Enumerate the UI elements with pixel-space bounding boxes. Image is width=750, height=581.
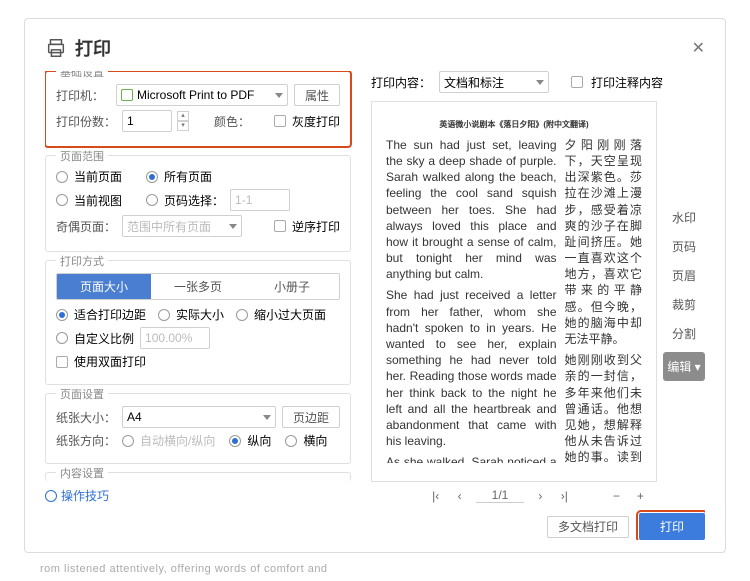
next-page-icon[interactable]: › (532, 489, 548, 503)
tab-page-size[interactable]: 页面大小 (57, 274, 151, 299)
reverse-label: 逆序打印 (292, 218, 340, 235)
dialog-header: 打印 ✕ (45, 35, 705, 61)
content-settings-group: 内容设置 (45, 472, 351, 481)
page-select-label: 页码选择： (164, 192, 224, 209)
dialog-footer: 多文档打印 打印 (371, 513, 705, 540)
print-content-label: 打印内容： (371, 74, 431, 91)
shrink-label: 缩小过大页面 (254, 306, 326, 323)
printer-props-button[interactable]: 属性 (294, 84, 340, 106)
copies-spinner[interactable]: ▴▾ (177, 111, 189, 131)
zoom-in-icon[interactable]: + (632, 489, 648, 503)
color-label: 颜色： (214, 113, 268, 130)
actual-label: 实际大小 (176, 306, 224, 323)
portrait-label: 纵向 (247, 432, 271, 449)
basic-settings-group: 基础设置 打印机： Microsoft Print to PDF 属性 打印份数… (45, 71, 351, 147)
mode-tabs: 页面大小 一张多页 小册子 (56, 273, 340, 300)
duplex-checkbox[interactable] (56, 356, 68, 368)
content-legend: 内容设置 (56, 465, 108, 481)
preview-doc-title: 英语微小说剧本《落日夕阳》(附中文翻译) (386, 120, 642, 131)
reverse-checkbox[interactable] (274, 220, 286, 232)
sidebar-split[interactable]: 分割 (663, 319, 705, 348)
last-page-icon[interactable]: ›| (556, 489, 572, 503)
all-pages-radio[interactable] (146, 171, 158, 183)
page-setup-group: 页面设置 纸张大小： A4 页边距 纸张方向： 自动横向/纵向 纵向 横向 (45, 393, 351, 464)
mode-legend: 打印方式 (56, 253, 108, 269)
sidebar-header[interactable]: 页眉 (663, 261, 705, 290)
preview-col-cn: 夕阳刚刚落下，天空呈现出深紫色。莎拉在沙滩上漫步，感受着凉爽的沙子在脚趾间挤压。… (565, 137, 643, 463)
basic-legend: 基础设置 (56, 71, 108, 80)
paper-size-select[interactable]: A4 (122, 406, 276, 428)
settings-panel: 基础设置 打印机： Microsoft Print to PDF 属性 打印份数… (45, 71, 355, 540)
printer-small-icon (121, 89, 133, 101)
pager: |‹ ‹ 1/1 › ›| − + (371, 488, 705, 503)
range-legend: 页面范围 (56, 148, 108, 164)
landscape-radio[interactable] (285, 435, 297, 447)
dialog-title: 打印 (75, 35, 111, 61)
sidebar-edit-button[interactable]: 编辑 ▾ (663, 352, 705, 381)
margin-button[interactable]: 页边距 (282, 406, 340, 428)
fit-label: 适合打印边距 (74, 306, 146, 323)
page-select-radio[interactable] (146, 194, 158, 206)
current-view-radio[interactable] (56, 194, 68, 206)
print-content-select[interactable]: 文档和标注 (439, 71, 549, 93)
first-page-icon[interactable]: |‹ (428, 489, 444, 503)
sidebar-crop[interactable]: 裁剪 (663, 290, 705, 319)
prev-page-icon[interactable]: ‹ (452, 489, 468, 503)
page-legend: 页面设置 (56, 386, 108, 402)
multi-doc-print-button[interactable]: 多文档打印 (547, 516, 629, 538)
print-dialog: 打印 ✕ 基础设置 打印机： Microsoft Print to PDF 属性… (24, 18, 726, 553)
page-indicator: 1/1 (476, 488, 525, 503)
current-page-label: 当前页面 (74, 168, 122, 185)
custom-label: 自定义比例 (74, 330, 134, 347)
oddeven-label: 奇偶页面： (56, 218, 116, 235)
sidebar-watermark[interactable]: 水印 (663, 203, 705, 232)
sidebar-pagenum[interactable]: 页码 (663, 232, 705, 261)
custom-scale-input[interactable]: 100.00% (140, 327, 210, 349)
printer-label: 打印机： (56, 87, 110, 104)
close-icon[interactable]: ✕ (692, 38, 705, 58)
preview-col-en: The sun had just set, leaving the sky a … (386, 137, 557, 463)
custom-radio[interactable] (56, 332, 68, 344)
duplex-label: 使用双面打印 (74, 353, 146, 370)
paper-size-label: 纸张大小： (56, 409, 116, 426)
shrink-radio[interactable] (236, 309, 248, 321)
print-annot-label: 打印注释内容 (591, 74, 663, 91)
print-icon (45, 37, 67, 59)
tab-booklet[interactable]: 小册子 (245, 274, 339, 299)
auto-orient-label: 自动横向/纵向 (140, 432, 215, 449)
copies-label: 打印份数： (56, 113, 116, 130)
printer-value: Microsoft Print to PDF (137, 88, 254, 102)
actual-radio[interactable] (158, 309, 170, 321)
help-link[interactable]: 操作技巧 (45, 487, 109, 504)
background-text: rom listened attentively, offering words… (40, 563, 710, 575)
print-button[interactable]: 打印 (639, 513, 705, 540)
page-range-group: 页面范围 当前页面 所有页面 当前视图 页码选择： 1-1 奇偶页面： 范围中所… (45, 155, 351, 252)
grayscale-label: 灰度打印 (292, 113, 340, 130)
current-view-label: 当前视图 (74, 192, 122, 209)
landscape-label: 横向 (303, 432, 327, 449)
fit-radio[interactable] (56, 309, 68, 321)
preview-header: 打印内容： 文档和标注 打印注释内容 (371, 71, 705, 93)
zoom-out-icon[interactable]: − (608, 489, 624, 503)
preview-page: 英语微小说剧本《落日夕阳》(附中文翻译) The sun had just se… (371, 101, 657, 482)
orient-label: 纸张方向： (56, 432, 116, 449)
preview-sidebar: 水印 页码 页眉 裁剪 分割 编辑 ▾ (663, 203, 705, 381)
all-pages-label: 所有页面 (164, 168, 212, 185)
grayscale-checkbox[interactable] (274, 115, 286, 127)
portrait-radio[interactable] (229, 435, 241, 447)
page-select-input[interactable]: 1-1 (230, 189, 290, 211)
print-annot-checkbox[interactable] (571, 76, 583, 88)
printer-select[interactable]: Microsoft Print to PDF (116, 84, 288, 106)
copies-input[interactable]: 1 (122, 110, 172, 132)
oddeven-select[interactable]: 范围中所有页面 (122, 215, 242, 237)
tab-multi-page[interactable]: 一张多页 (151, 274, 245, 299)
print-mode-group: 打印方式 页面大小 一张多页 小册子 适合打印边距 实际大小 缩小过大页面 自定… (45, 260, 351, 385)
current-page-radio[interactable] (56, 171, 68, 183)
auto-orient-radio[interactable] (122, 435, 134, 447)
